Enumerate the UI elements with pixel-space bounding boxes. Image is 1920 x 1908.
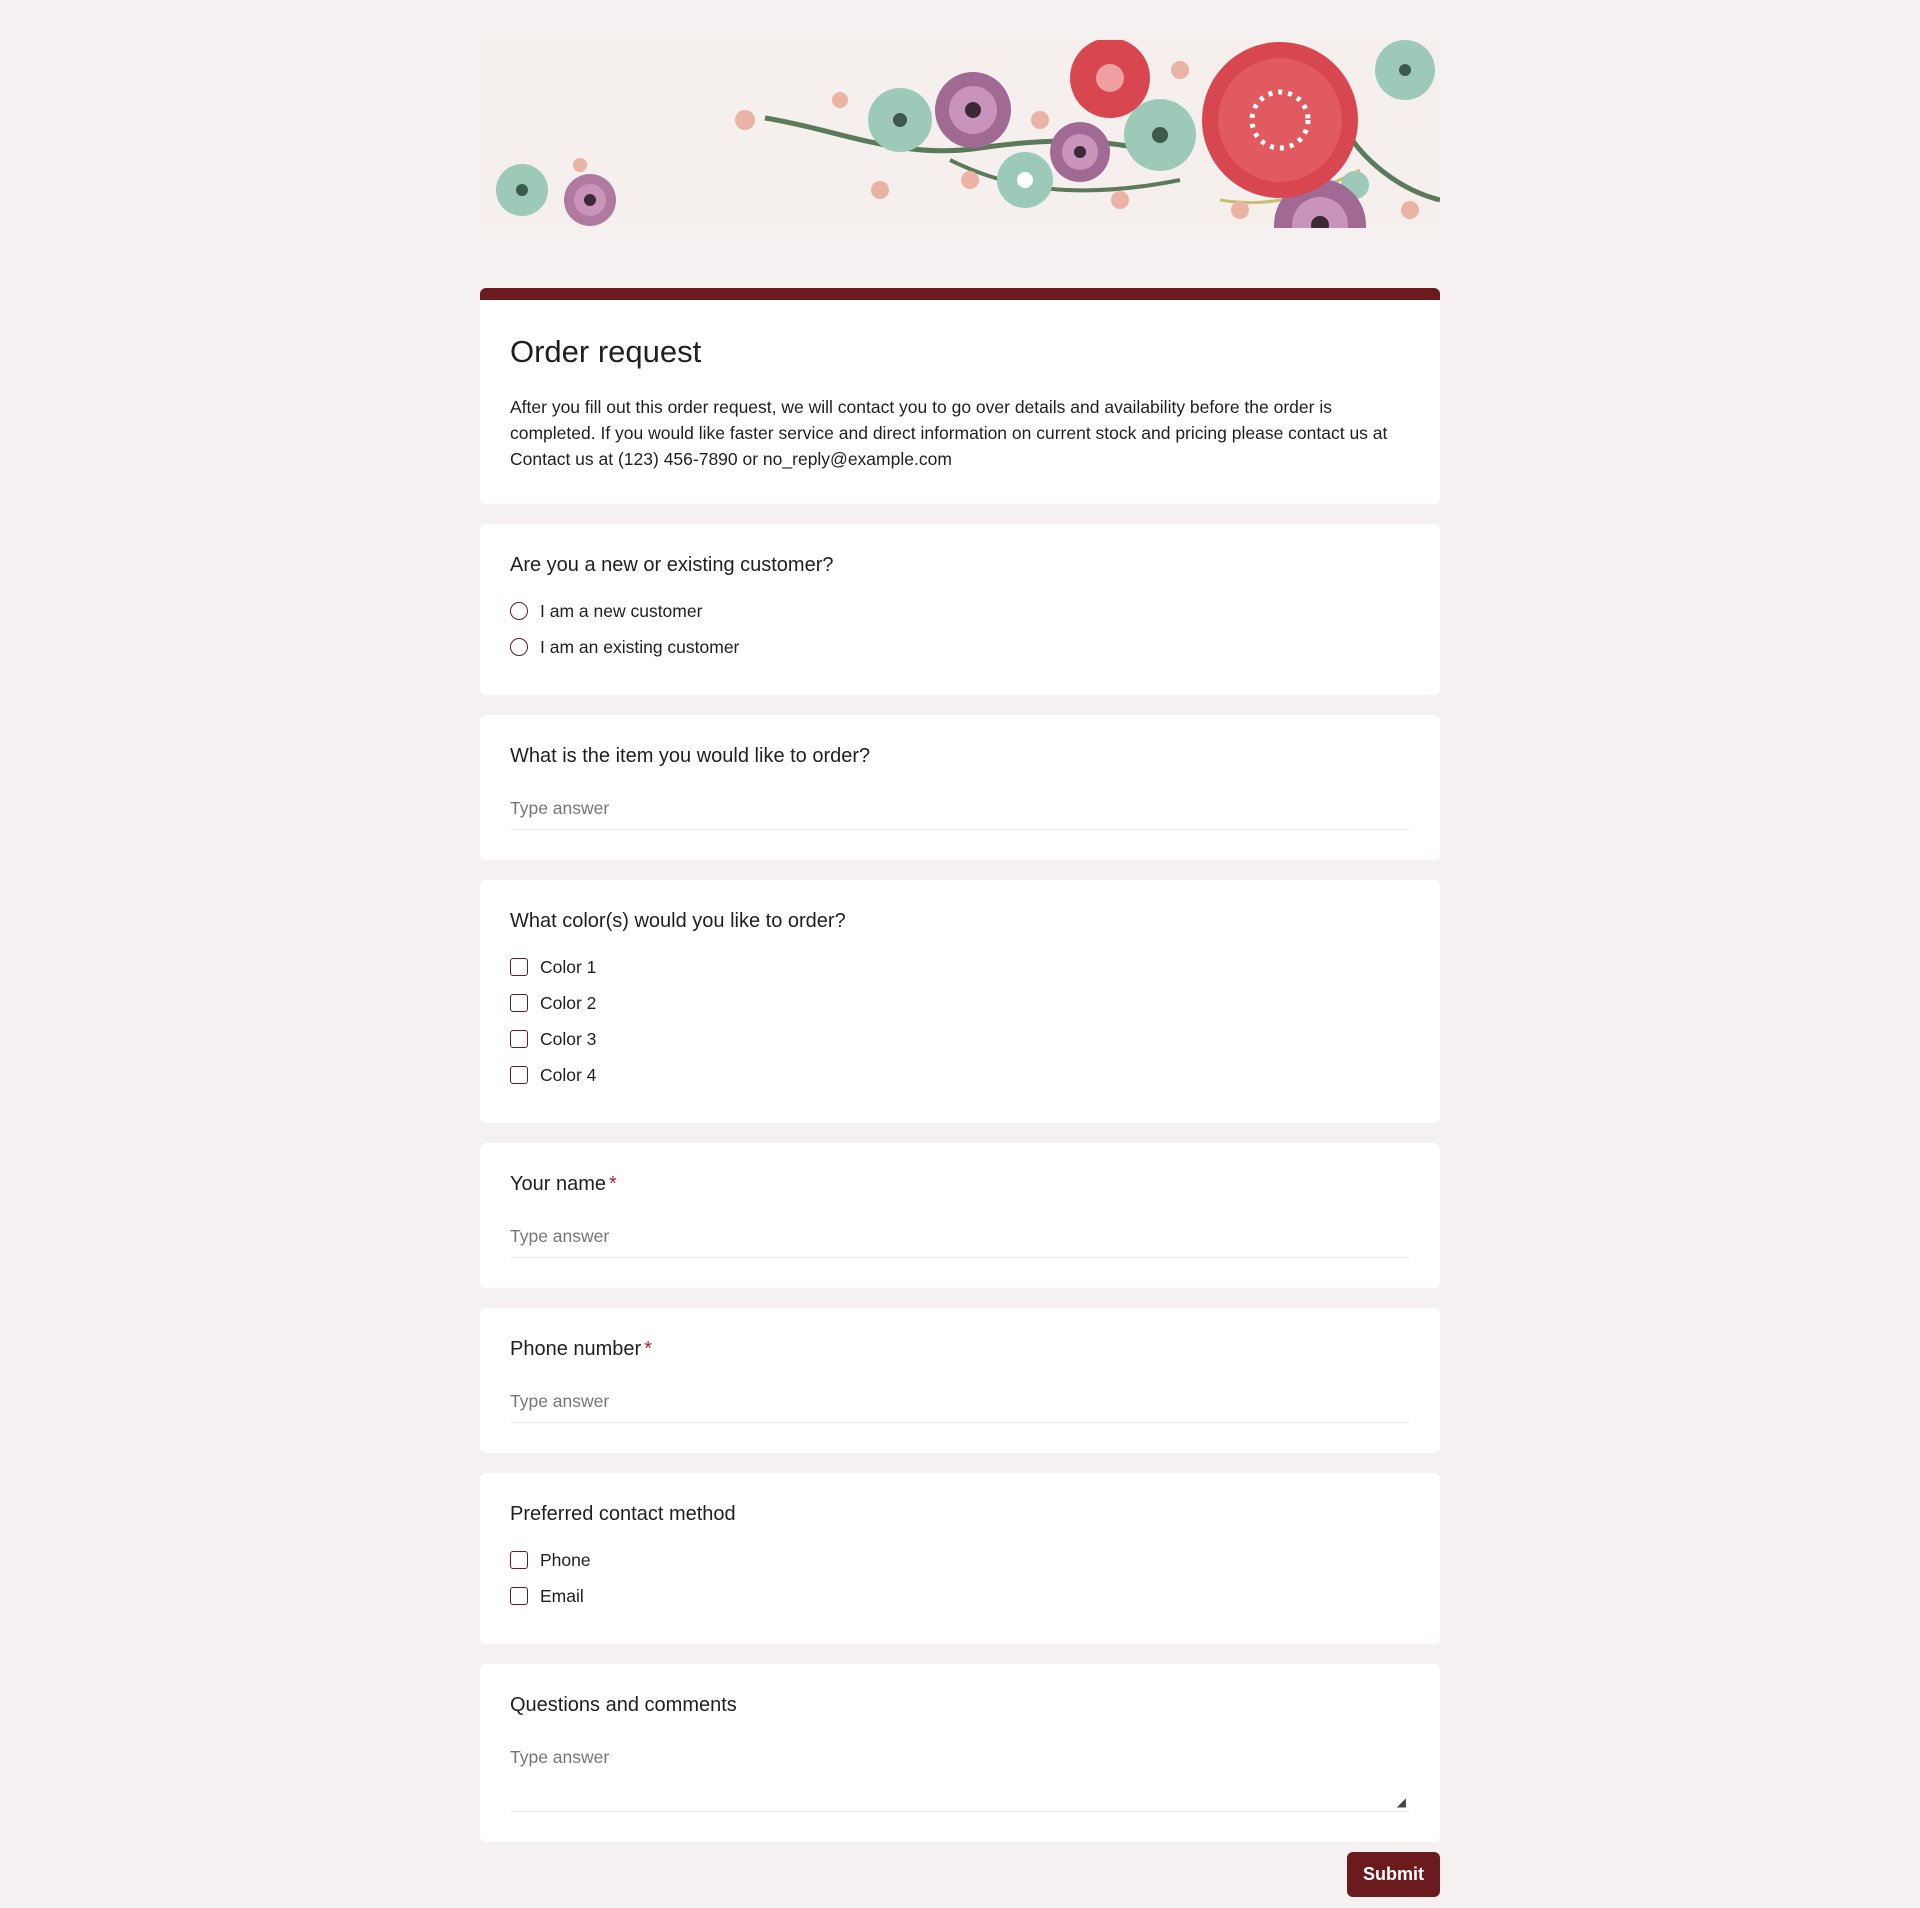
question-label: Are you a new or existing customer? [510, 554, 834, 576]
checkbox[interactable] [510, 1066, 528, 1084]
checkbox[interactable] [510, 1551, 528, 1569]
form-title: Order request [510, 334, 702, 369]
question-label: Phone number * [510, 1338, 1410, 1361]
checkbox[interactable] [510, 1587, 528, 1605]
question-label-text: Your name [510, 1173, 606, 1195]
option-label: I am an existing customer [540, 636, 740, 657]
name-input[interactable]: Type answer [510, 1212, 1410, 1258]
question-colors: What color(s) would you like to order? C… [480, 880, 1440, 1123]
option-label: Color 1 [540, 956, 597, 977]
form-container: Order request After you fill out this or… [480, 40, 1440, 1897]
submit-button[interactable]: Submit [1347, 1852, 1440, 1897]
submit-row: Submit [480, 1852, 1440, 1897]
required-marker: * [609, 1173, 617, 1195]
question-label: What color(s) would you like to order? [510, 910, 846, 932]
item-input[interactable]: Type answer [510, 784, 1410, 830]
radio-button[interactable] [510, 602, 528, 620]
question-comments: Questions and comments Type answer ◢ [480, 1664, 1440, 1842]
checkbox-option-color-4[interactable]: Color 4 [510, 1057, 1410, 1093]
question-label: Your name * [510, 1173, 1410, 1196]
checkbox-option-color-2[interactable]: Color 2 [510, 985, 1410, 1021]
option-label: I am a new customer [540, 600, 703, 621]
checkbox[interactable] [510, 958, 528, 976]
resize-handle-icon[interactable]: ◢ [1397, 1795, 1406, 1809]
form-header: Order request After you fill out this or… [480, 288, 1440, 504]
question-phone: Phone number * Type answer [480, 1308, 1440, 1453]
option-label: Email [540, 1585, 584, 1606]
comments-textarea[interactable]: Type answer ◢ [510, 1733, 1410, 1812]
checkbox-option-color-1[interactable]: Color 1 [510, 949, 1410, 985]
option-label: Phone [540, 1549, 591, 1570]
radio-button[interactable] [510, 638, 528, 656]
radio-option-new-customer[interactable]: I am a new customer [510, 593, 1410, 629]
question-label: What is the item you would like to order… [510, 745, 871, 767]
radio-option-existing-customer[interactable]: I am an existing customer [510, 629, 1410, 665]
checkbox[interactable] [510, 994, 528, 1012]
required-marker: * [644, 1338, 652, 1360]
checkbox-option-phone[interactable]: Phone [510, 1542, 1410, 1578]
question-customer-type: Are you a new or existing customer? I am… [480, 524, 1440, 695]
question-item: What is the item you would like to order… [480, 715, 1440, 860]
question-contact-method: Preferred contact method Phone Email [480, 1473, 1440, 1644]
checkbox[interactable] [510, 1030, 528, 1048]
option-label: Color 3 [540, 1028, 597, 1049]
checkbox-option-email[interactable]: Email [510, 1578, 1410, 1614]
textarea-placeholder: Type answer [510, 1747, 610, 1767]
option-label: Color 2 [540, 992, 597, 1013]
option-label: Color 4 [540, 1064, 597, 1085]
question-label: Preferred contact method [510, 1503, 736, 1525]
phone-input[interactable]: Type answer [510, 1377, 1410, 1423]
question-label-text: Phone number [510, 1338, 642, 1360]
floral-banner-image [480, 40, 1440, 228]
question-label: Questions and comments [510, 1694, 737, 1716]
checkbox-option-color-3[interactable]: Color 3 [510, 1021, 1410, 1057]
question-name: Your name * Type answer [480, 1143, 1440, 1288]
form-description: After you fill out this order request, w… [510, 397, 1388, 469]
